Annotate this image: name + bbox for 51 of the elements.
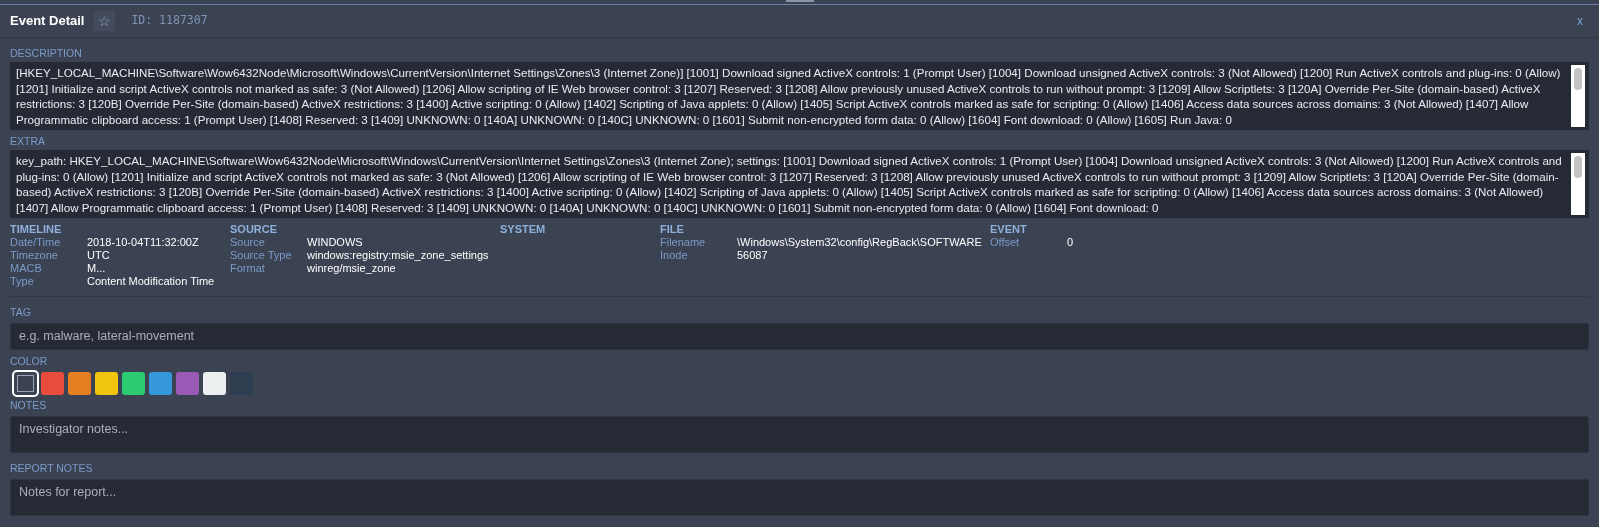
color-swatch[interactable]: [14, 371, 37, 395]
field-value: UTC: [87, 249, 110, 262]
field-value: \Windows\System32\config\RegBack\SOFTWARE: [737, 236, 982, 249]
color-swatch[interactable]: [41, 371, 64, 395]
field-label: Date/Time: [10, 236, 62, 249]
field-label: Source: [230, 236, 266, 249]
field-value: 0: [1067, 236, 1074, 249]
color-swatch[interactable]: [122, 371, 145, 395]
field-label: Source Type: [230, 249, 293, 262]
field-label: Filename: [660, 236, 707, 249]
field-label: Timezone: [10, 249, 59, 262]
notes-field[interactable]: Investigator notes...: [10, 415, 1589, 453]
section-title: EVENT: [990, 222, 1028, 236]
field-value: 56087: [737, 249, 768, 262]
field-label: Inode: [660, 249, 689, 262]
field-value: M...: [87, 262, 106, 275]
tag-input[interactable]: e.g. malware, lateral-movement: [10, 323, 1589, 350]
drag-handle[interactable]: [785, 0, 814, 2]
color-swatch[interactable]: [95, 371, 118, 395]
scrollbar[interactable]: [1571, 153, 1585, 215]
section-title: SOURCE: [230, 222, 279, 236]
field-label: Type: [10, 275, 35, 288]
panel-text: key_path: HKEY_LOCAL_MACHINE\Software\Wow6432Node\Microsoft\Windows\CurrentVersion\Internet Settings\Zones\3 (Internet Zone); settings: [1001] Download signed ActiveX controls: 1 (Prompt User) [1004] Download unsigned ActiveX controls: 3 (Not Allowed) [1200] Run ActiveX controls and plug-ins: 0 (Allow) [1201] Initialize and script ActiveX controls not marked as safe: 3 (Not Allowed) [1206] Allow scripting of IE Web browser control: 3 [1207] Reserved: 3 [1208] Allow previously unused ActiveX controls to run without prompt: 3 [1209] Allow Scriptlets: 3 [120A] Override Per-Site (domain-based) ActiveX restrictions: 3 [120B] Override Per-Site (domain-based) ActiveX restrictions: 3 [1400] Active scripting: 0 (Allow) [1402] Scripting of Java applets: 0 (Allow) [1405] Script ActiveX controls marked as safe for scripting: 0 (Allow) [1406] Access data sources across domains: 3 (Not Allowed) [1407] Allow Programmatic clipboard access: 1 (Prompt User) [1408] Reserved: 3 [1409] UNKNOWN: 0 [140A] UNKNOWN: 0 [140C] UNKNOWN: 0 [1601] Submit non-encrypted form data: 0 (Allow) [1604] Font download: 0: [16, 153, 1563, 215]
section-title: FILE: [660, 222, 685, 236]
field-value: 2018-10-04T11:32:00Z: [87, 236, 199, 249]
panel-title: Event Detail: [10, 12, 85, 31]
event-id: ID: 1187307: [131, 12, 208, 30]
section-title: SYSTEM: [500, 222, 547, 236]
field-value: WINDOWS: [307, 236, 363, 249]
scrollbar[interactable]: [1571, 65, 1585, 127]
field-value: windows:registry:msie_zone_settings: [307, 249, 489, 262]
field-label: REPORT NOTES: [10, 461, 94, 475]
field-value: winreg/msie_zone: [307, 262, 396, 275]
field-label: Offset: [990, 236, 1021, 249]
panel-text: [HKEY_LOCAL_MACHINE\Software\Wow6432Node\Microsoft\Windows\CurrentVersion\Internet Settings\Zones\3 (Internet Zone)] [1001] Download signed ActiveX controls: 1 (Prompt User) [1004] Download unsigned ActiveX controls: 3 (Not Allowed) [1200] Run ActiveX controls and plug-ins: 0 (Allow) [1201] Initialize and script ActiveX controls not marked as safe: 3 (Not Allowed) [1206] Allow scripting of IE Web browser control: 3 [1207] Reserved: 3 [1208] Allow previously unused ActiveX controls to run without prompt: 3 [1209] Allow Scriptlets: 3 [120A] Override Per-Site (domain-based) ActiveX restrictions: 3 [120B] Override Per-Site (domain-based) ActiveX restrictions: 3 [1400] Active scripting: 0 (Allow) [1402] Scripting of Java applets: 0 (Allow) [1405] Script ActiveX controls marked as safe for scripting: 0 (Allow) [1406] Access data sources across domains: 3 (Not Allowed) [1407] Allow Programmatic clipboard access: 1 (Prompt User) [1408] Reserved: 3 [1409] UNKNOWN: 0 [140A] UNKNOWN: 0 [140C] UNKNOWN: 0 [1601] Submit non-encrypted form data: 0 (Allow) [1604] Font download: 0 (Allow) [1605] Run Java: 0: [16, 65, 1562, 127]
star-button[interactable]: ☆: [94, 11, 116, 31]
notes-field[interactable]: Notes for report...: [10, 478, 1589, 516]
color-swatch[interactable]: [68, 371, 91, 395]
field-label: TAG: [10, 306, 32, 319]
color-swatch[interactable]: [203, 371, 226, 395]
section-title: TIMELINE: [10, 222, 63, 236]
field-value: Content Modification Time: [87, 275, 215, 288]
field-label: Format: [230, 262, 266, 275]
close-button[interactable]: x: [1571, 11, 1589, 31]
field-label: MACB: [10, 262, 43, 275]
field-label: NOTES: [10, 398, 48, 412]
field-label: DESCRIPTION: [10, 47, 83, 60]
color-swatch[interactable]: [149, 371, 172, 395]
color-swatch[interactable]: [176, 371, 199, 395]
field-label: EXTRA: [10, 135, 46, 148]
field-label: COLOR: [10, 354, 49, 368]
